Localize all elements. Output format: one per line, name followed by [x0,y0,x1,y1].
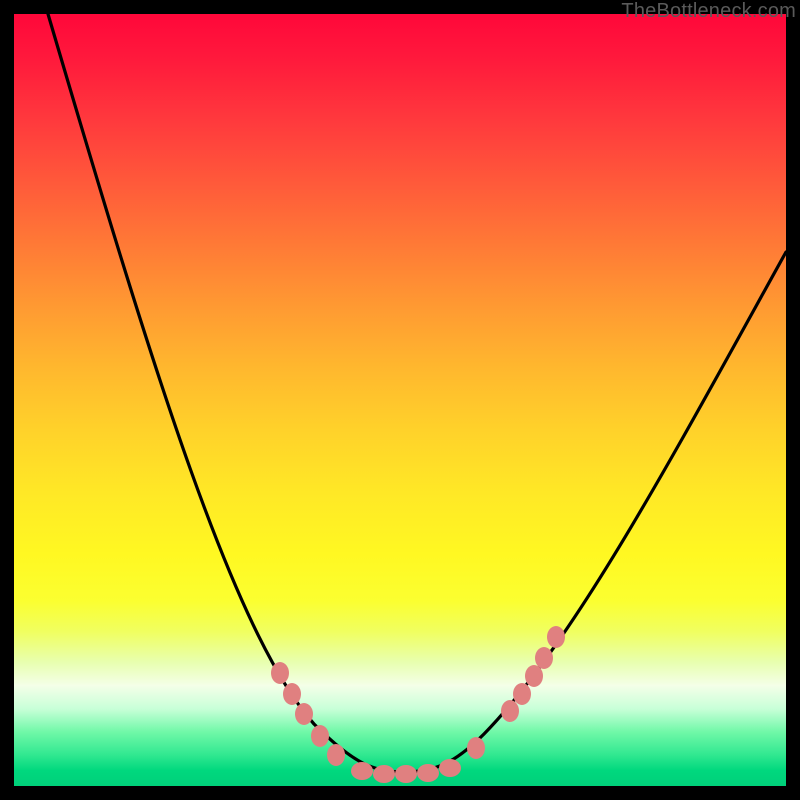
chart-plot-area [14,14,786,786]
v-curve-path [48,14,786,772]
watermark-text: TheBottleneck.com [621,0,796,23]
chart-frame: TheBottleneck.com [0,0,800,800]
dot-cluster [271,626,565,783]
bottleneck-curve [14,14,786,786]
